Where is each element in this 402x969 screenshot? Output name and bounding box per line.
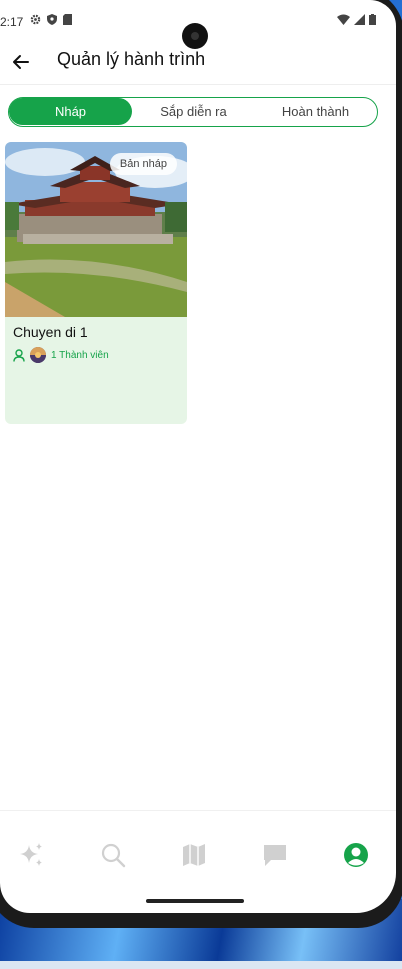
member-row: 1 Thành viên (13, 347, 109, 363)
settings-icon (30, 14, 41, 25)
tab-draft[interactable]: Nháp (9, 98, 132, 125)
avatar (30, 347, 46, 363)
status-time: 2:17 (0, 15, 24, 29)
user-icon (13, 348, 25, 362)
trip-card[interactable]: Bản nháp Chuyen di 1 1 Thành viên (5, 142, 187, 424)
trip-status-tabs: Nháp Sắp diễn ra Hoàn thành (8, 97, 378, 127)
bottom-nav (0, 810, 396, 895)
chat-icon[interactable] (261, 841, 289, 869)
sparkles-icon[interactable] (18, 841, 46, 869)
phone-screen: 2:17 Quản lý hành trình Nháp Sắp diễn ra… (0, 0, 396, 913)
map-icon[interactable] (180, 841, 208, 869)
member-count: 1 Thành viên (51, 349, 109, 361)
tab-upcoming[interactable]: Sắp diễn ra (132, 98, 255, 125)
tab-completed[interactable]: Hoàn thành (255, 98, 376, 125)
home-indicator (146, 899, 244, 903)
battery-icon (369, 14, 376, 25)
wifi-icon (337, 14, 350, 25)
back-button[interactable] (8, 49, 34, 75)
search-icon[interactable] (99, 841, 127, 869)
status-right-icons (337, 14, 376, 25)
status-icons (30, 14, 72, 25)
trip-name: Chuyen di 1 (13, 324, 88, 340)
signal-icon (354, 14, 365, 25)
profile-icon[interactable] (342, 841, 370, 869)
sd-card-icon (63, 14, 72, 25)
desktop-taskbar (0, 961, 402, 969)
shield-icon (47, 14, 57, 25)
phone-frame: 2:17 Quản lý hành trình Nháp Sắp diễn ra… (0, 0, 402, 928)
app-header: Quản lý hành trình (0, 40, 396, 85)
status-badge: Bản nháp (109, 153, 177, 175)
page-title: Quản lý hành trình (57, 49, 206, 69)
